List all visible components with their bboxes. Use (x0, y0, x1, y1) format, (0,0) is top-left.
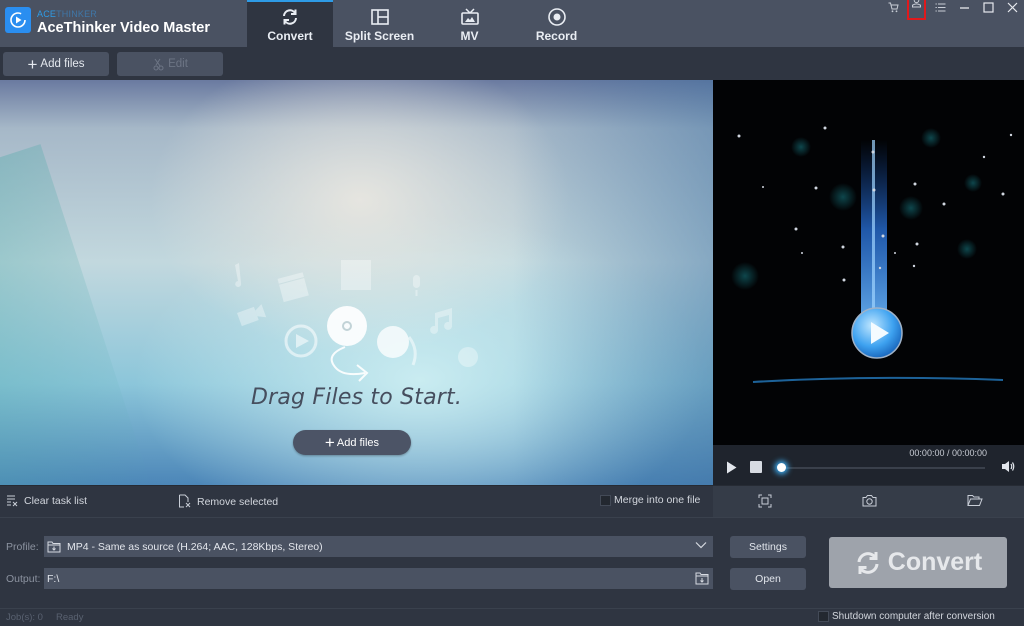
browse-folder-icon[interactable] (695, 572, 709, 585)
shutdown-checkbox-box[interactable] (818, 611, 829, 622)
split-screen-icon (370, 9, 389, 25)
remove-selected-button[interactable]: Remove selected (178, 494, 278, 509)
open-folder-icon[interactable] (967, 494, 983, 507)
tab-label: MV (460, 29, 479, 43)
arrow-icon (330, 346, 366, 376)
merge-checkbox-box[interactable] (600, 494, 611, 506)
window-controls (881, 0, 1024, 20)
preview-tools (713, 485, 1024, 517)
profile-label: Profile: (6, 541, 39, 553)
app-window: ACETHINKER AceThinker Video Master Conve… (0, 0, 1024, 626)
disc-icon (327, 306, 367, 346)
video-preview (713, 80, 1024, 445)
music-note-icon (235, 263, 242, 287)
add-files-label: Add files (40, 58, 85, 70)
main-tabs: Convert Split Screen MV Record (247, 0, 600, 47)
timecode: 00:00:00 / 00:00:00 (909, 448, 987, 458)
profile-value: MP4 - Same as source (H.264; AAC, 128Kbp… (67, 540, 323, 553)
open-button[interactable]: Open (730, 568, 806, 590)
tab-record[interactable]: Record (513, 0, 600, 47)
close-icon[interactable] (1000, 0, 1024, 14)
settings-button[interactable]: Settings (730, 536, 806, 558)
disc-icon-small (458, 347, 478, 367)
task-bar: Clear task list Remove selected Merge in… (0, 485, 713, 517)
merge-label: Merge into one file (614, 494, 701, 506)
stop-icon[interactable] (750, 461, 762, 473)
profile-folder-icon (47, 541, 61, 552)
menu-icon[interactable] (928, 0, 952, 14)
shutdown-label: Shutdown computer after conversion (832, 611, 995, 622)
music-notes-icon (430, 308, 453, 334)
title-bar: ACETHINKER AceThinker Video Master Conve… (0, 0, 1024, 47)
status-text: Ready (56, 612, 84, 623)
convert-refresh-icon (857, 551, 879, 574)
clear-task-list-button[interactable]: Clear task list (6, 494, 87, 507)
remove-selected-label: Remove selected (197, 495, 279, 508)
film-reel-icon (377, 326, 409, 358)
minimize-icon[interactable] (952, 0, 976, 14)
drop-add-files-label: Add files (336, 436, 380, 449)
remove-file-icon (179, 494, 191, 508)
edit-label: Edit (168, 58, 188, 70)
clapperboard-icon (277, 272, 309, 303)
output-value: F:\ (47, 572, 60, 585)
refresh-icon (283, 9, 297, 25)
player-controls: 00:00:00 / 00:00:00 (713, 445, 1024, 485)
chevron-down-icon[interactable] (695, 541, 707, 549)
toolbar: + Add files Edit (0, 47, 1024, 80)
jobs-count: Job(s): 0 (6, 612, 43, 623)
record-icon (547, 8, 566, 26)
output-settings-panel: Profile: MP4 - Same as source (H.264; AA… (0, 517, 1024, 626)
maximize-icon[interactable] (976, 0, 1000, 14)
tab-split-screen[interactable]: Split Screen (333, 0, 426, 47)
tv-icon (460, 8, 479, 25)
app-logo-icon (5, 7, 31, 33)
convert-label: Convert (887, 548, 983, 576)
media-icons-illustration (235, 260, 478, 382)
cart-icon[interactable] (881, 0, 905, 14)
profile-dropdown[interactable]: MP4 - Same as source (H.264; AAC, 128Kbp… (44, 536, 713, 557)
clear-list-icon (7, 495, 18, 507)
brand-wordmark: ACETHINKER (37, 9, 98, 19)
clear-task-list-label: Clear task list (24, 494, 88, 507)
plus-icon: + (324, 433, 335, 452)
tab-label: Split Screen (344, 29, 415, 43)
user-icon[interactable] (907, 0, 926, 20)
microphone-icon (413, 275, 420, 296)
status-bar: Job(s): 0 Ready Shutdown computer after … (0, 608, 1024, 626)
add-files-button[interactable]: + Add files (3, 52, 109, 76)
tab-convert[interactable]: Convert (247, 0, 333, 47)
video-camera-icon (237, 304, 267, 327)
edit-button[interactable]: Edit (117, 52, 223, 76)
tab-mv[interactable]: MV (426, 0, 513, 47)
preview-splash-graphic (731, 126, 1013, 383)
output-path-field[interactable]: F:\ (44, 568, 713, 589)
drop-add-files-button[interactable]: + Add files (293, 430, 411, 455)
merge-into-one-file-checkbox[interactable]: Merge into one file (600, 494, 700, 506)
file-drop-area[interactable]: Drag Files to Start. + Add files (0, 80, 713, 485)
play-icon[interactable] (726, 461, 737, 474)
seek-handle[interactable] (777, 463, 786, 472)
plus-icon: + (27, 54, 38, 74)
snapshot-icon[interactable] (862, 494, 877, 507)
crop-icon[interactable] (758, 494, 772, 508)
drop-title: Drag Files to Start. (250, 385, 463, 410)
output-label: Output: (6, 573, 41, 585)
tab-label: Convert (267, 29, 313, 43)
volume-icon[interactable] (1001, 460, 1015, 473)
tab-label: Record (535, 29, 578, 43)
scissors-icon (153, 58, 164, 70)
film-frame-icon (341, 260, 371, 290)
seek-bar[interactable] (779, 467, 985, 469)
convert-button[interactable]: Convert (829, 537, 1007, 588)
shutdown-after-conversion-checkbox[interactable]: Shutdown computer after conversion (818, 611, 995, 622)
app-title: AceThinker Video Master (37, 20, 210, 36)
